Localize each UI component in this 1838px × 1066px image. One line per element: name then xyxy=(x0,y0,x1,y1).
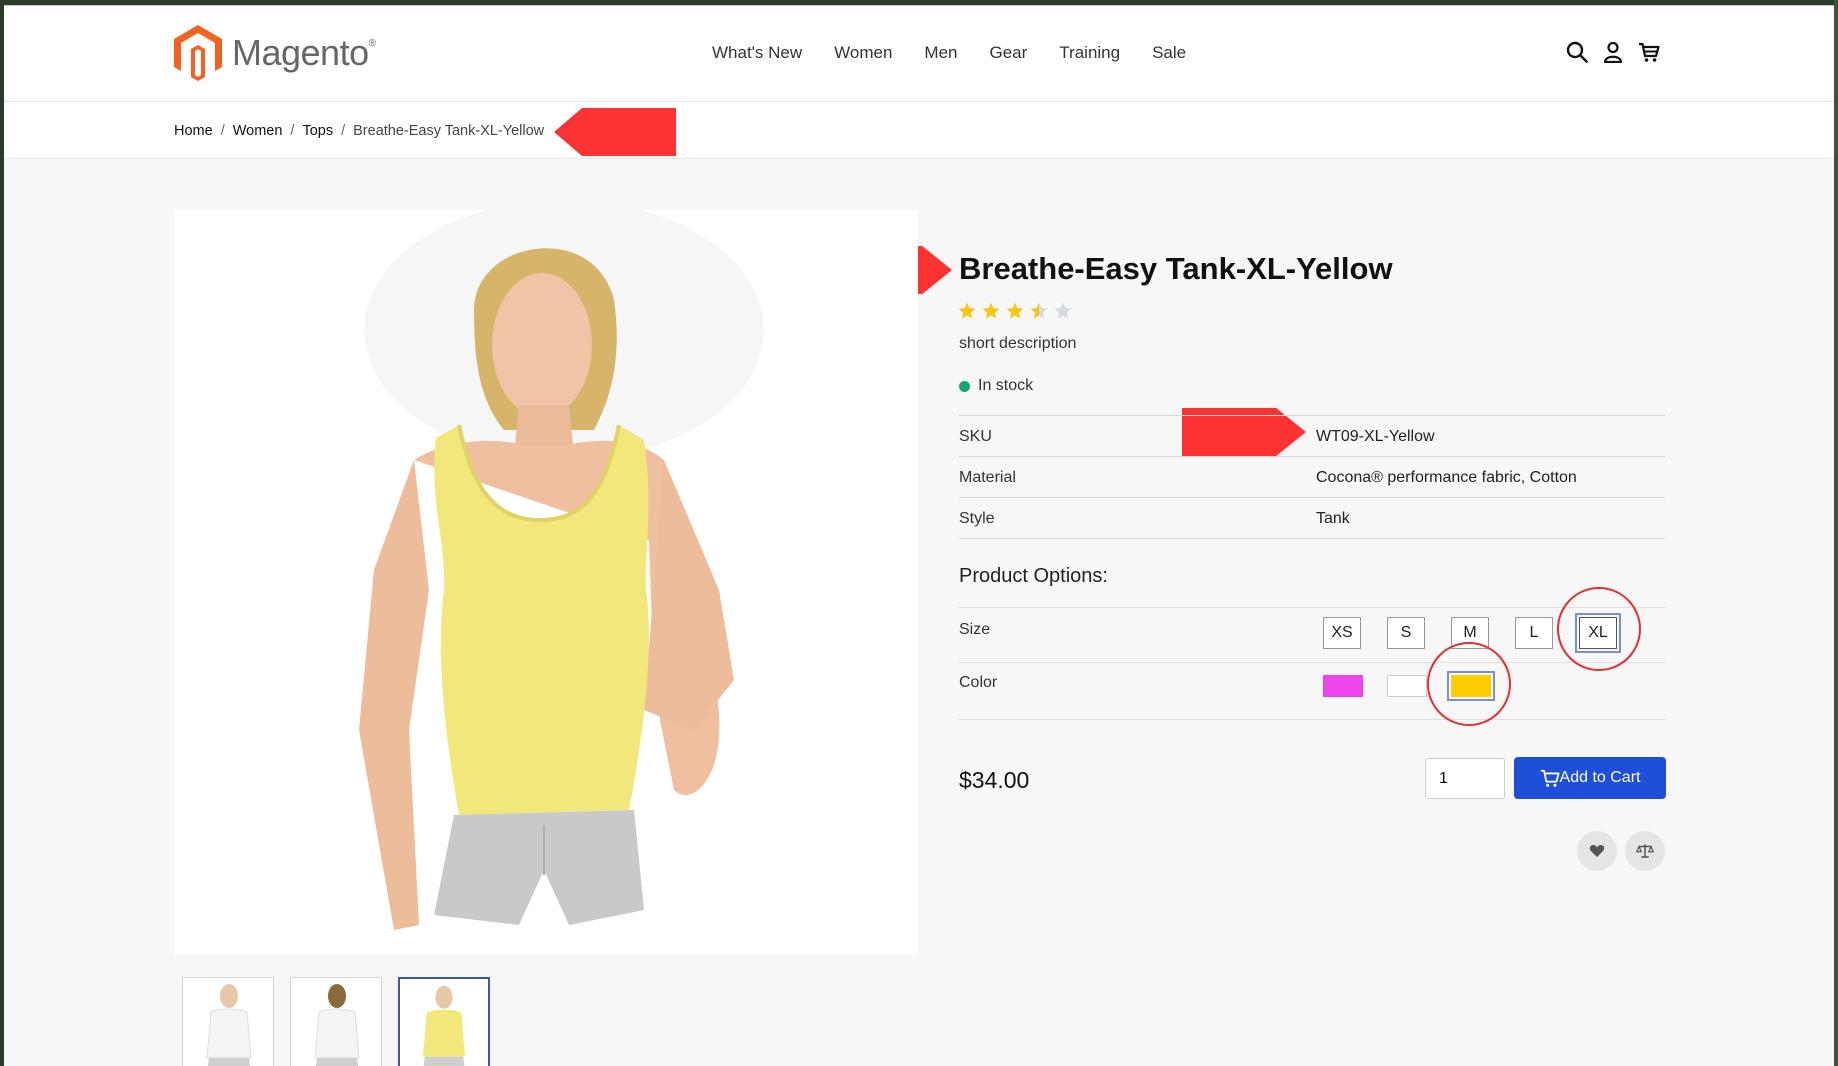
attribute-label: Style xyxy=(959,510,995,527)
store-logo[interactable]: Magento® xyxy=(174,25,376,81)
color-swatch-magenta[interactable] xyxy=(1323,675,1363,697)
size-s-button[interactable]: S xyxy=(1387,617,1425,649)
thumbnail-image xyxy=(422,985,466,1066)
size-l-button[interactable]: L xyxy=(1515,617,1553,649)
breadcrumb-tops[interactable]: Tops xyxy=(302,123,333,139)
thumbnail-image xyxy=(206,984,252,1066)
product-page: Magento® What's New Women Men Gear Train… xyxy=(4,5,1836,1066)
breadcrumb-women[interactable]: Women xyxy=(233,123,283,139)
logo-text: Magento® xyxy=(232,32,376,73)
color-label: Color xyxy=(959,674,998,691)
annotation-circle-color xyxy=(1427,642,1511,726)
nav-training[interactable]: Training xyxy=(1059,43,1120,63)
search-icon[interactable] xyxy=(1566,41,1588,63)
thumbnail-image xyxy=(314,984,360,1066)
attribute-value: WT09-XL-Yellow xyxy=(1316,428,1435,445)
product-price: $34.00 xyxy=(959,767,1030,793)
breadcrumb-separator: / xyxy=(341,123,346,139)
site-header: Magento® What's New Women Men Gear Train… xyxy=(4,5,1836,102)
magento-logo-icon xyxy=(174,25,222,81)
attribute-label: SKU xyxy=(959,428,992,445)
cart-icon[interactable] xyxy=(1638,41,1660,63)
star-full-icon xyxy=(1005,301,1027,323)
product-options-title: Product Options: xyxy=(959,565,1108,587)
color-swatch-white[interactable] xyxy=(1387,675,1427,697)
account-icon[interactable] xyxy=(1602,41,1624,64)
star-full-icon xyxy=(981,301,1003,323)
size-xs-button[interactable]: XS xyxy=(1323,617,1361,649)
stock-label: In stock xyxy=(978,377,1034,394)
attribute-label: Material xyxy=(959,469,1016,486)
attribute-row-material: Material Cocona® performance fabric, Cot… xyxy=(959,456,1665,497)
nav-sale[interactable]: Sale xyxy=(1152,43,1186,63)
attribute-value: Cocona® performance fabric, Cotton xyxy=(1316,469,1577,486)
header-actions xyxy=(1566,41,1674,64)
window-edge xyxy=(4,5,1836,6)
stock-status: In stock xyxy=(959,377,1033,395)
breadcrumb-current: Breathe-Easy Tank-XL-Yellow xyxy=(353,123,545,139)
add-to-wishlist-button[interactable] xyxy=(1577,831,1617,871)
attribute-row-style: Style Tank xyxy=(959,497,1665,539)
attribute-value: Tank xyxy=(1316,510,1350,527)
cart-icon xyxy=(1540,769,1560,787)
in-stock-dot-icon xyxy=(959,380,970,392)
star-half-icon xyxy=(1029,301,1051,323)
nav-whats-new[interactable]: What's New xyxy=(712,43,802,63)
add-to-compare-button[interactable] xyxy=(1625,831,1665,871)
product-title: Breathe-Easy Tank-XL-Yellow xyxy=(959,251,1393,286)
color-option-row: Color xyxy=(959,662,1665,720)
add-to-cart-label: Add to Cart xyxy=(1559,769,1641,786)
nav-men[interactable]: Men xyxy=(924,43,957,63)
breadcrumb-bar: Home / Women / Tops / Breathe-Easy Tank-XL-Yel… xyxy=(4,102,1836,159)
rating-stars[interactable] xyxy=(957,301,1077,323)
breadcrumb-home[interactable]: Home xyxy=(174,123,213,139)
quantity-input[interactable] xyxy=(1425,758,1505,799)
nav-women[interactable]: Women xyxy=(834,43,892,63)
short-description: short description xyxy=(959,335,1077,352)
breadcrumb: Home / Women / Tops / Breathe-Easy Tank-XL-Yel… xyxy=(174,123,544,139)
star-full-icon xyxy=(957,301,979,323)
breadcrumb-separator: / xyxy=(220,123,225,139)
desktop-background-edge xyxy=(1834,0,1838,1066)
star-empty-icon xyxy=(1053,301,1075,323)
thumbnail-yellow-tank-front[interactable] xyxy=(398,977,490,1066)
scale-balance-icon xyxy=(1636,844,1654,858)
thumbnail-white-tank-back[interactable] xyxy=(290,977,382,1066)
breadcrumb-separator: / xyxy=(290,123,295,139)
nav-gear[interactable]: Gear xyxy=(990,43,1028,63)
model-yellow-tank-image xyxy=(359,200,764,930)
thumbnail-white-tank-front[interactable] xyxy=(182,977,274,1066)
add-to-cart-button[interactable]: Add to Cart xyxy=(1514,757,1666,799)
attribute-row-sku: SKU WT09-XL-Yellow xyxy=(959,415,1665,456)
heart-icon xyxy=(1589,845,1605,857)
main-nav: What's New Women Men Gear Training Sale xyxy=(712,43,1218,63)
size-label: Size xyxy=(959,621,991,638)
product-main-image[interactable] xyxy=(174,200,918,955)
annotation-circle-size xyxy=(1557,587,1641,671)
